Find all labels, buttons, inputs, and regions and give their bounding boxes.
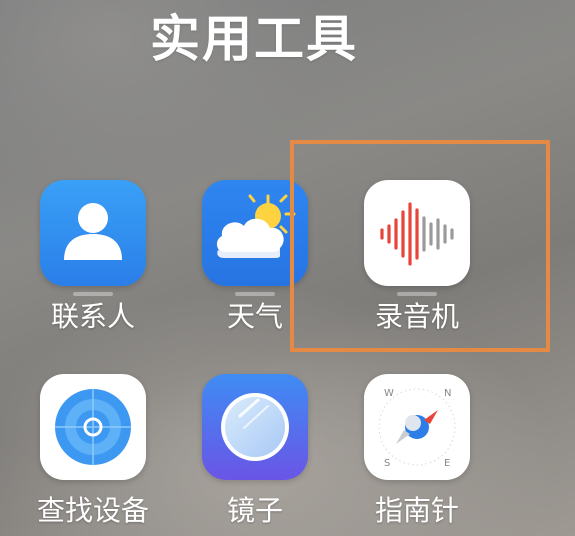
folder-title: 实用工具 [150,10,358,68]
app-label: 指南针 [374,494,459,527]
app-label: 查找设备 [36,494,149,527]
compass-letter-n: N [444,388,451,399]
app-indicator [73,292,113,296]
app-label: 镜子 [226,494,283,527]
compass-letter-e: E [444,458,450,469]
app-label: 联系人 [50,300,135,333]
contact-person-icon [40,180,146,286]
mirror-circle-icon [202,374,308,480]
radar-target-icon [40,374,146,480]
app-indicator [235,292,275,296]
compass-icon: W N S E [364,374,470,480]
compass-letter-s: S [384,458,390,469]
compass-letter-w: W [384,388,394,399]
highlight-box [290,140,550,352]
